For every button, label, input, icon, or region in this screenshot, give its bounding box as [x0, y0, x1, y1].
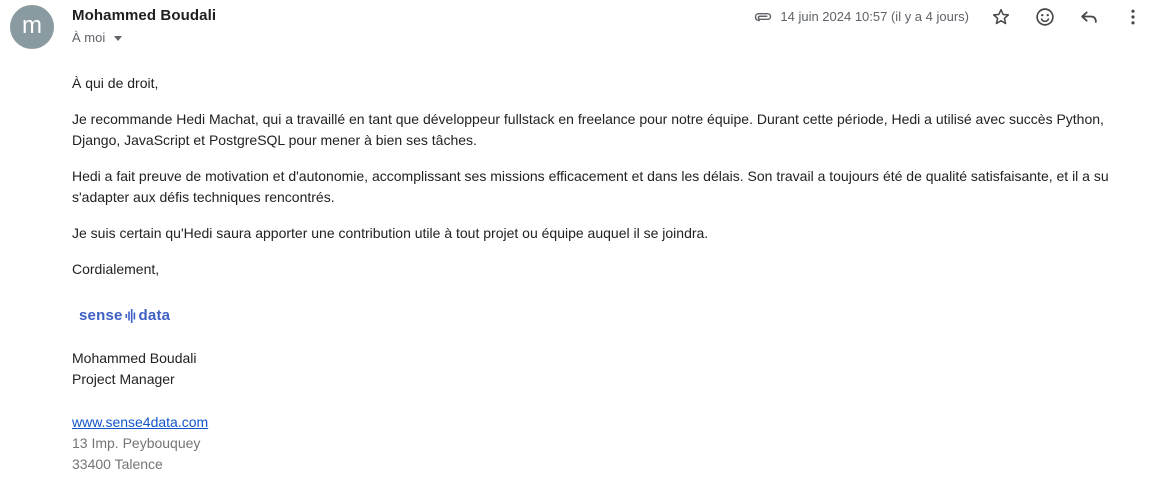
attachment-icon — [753, 6, 773, 26]
address-line-2: 33400 Talence — [72, 456, 163, 472]
star-button[interactable] — [990, 6, 1012, 28]
greeting: À qui de droit, — [72, 75, 159, 91]
more-options-button[interactable] — [1122, 6, 1144, 28]
closing: Cordialement, — [72, 261, 160, 277]
caret-down-icon — [114, 35, 123, 41]
paragraph-conclusion: Je suis certain qu'Hedi saura apporter u… — [72, 225, 709, 241]
avatar-letter: m — [22, 11, 42, 39]
emoji-icon — [1036, 8, 1054, 26]
logo-text-right: data — [138, 307, 171, 324]
more-vert-icon — [1131, 9, 1135, 25]
website-link[interactable]: www.sense4data.com — [72, 414, 208, 430]
reply-icon — [1081, 11, 1097, 23]
signature: Mohammed Boudali Project Manager www.sen… — [72, 348, 208, 475]
sound-wave-icon — [125, 308, 137, 324]
paragraph-recommendation: Je recommande Hedi Machat, qui a travail… — [72, 111, 1104, 148]
sender-name[interactable]: Mohammed Boudali — [72, 7, 216, 24]
logo-text-left: sense — [79, 307, 123, 324]
company-logo: sense data — [79, 307, 170, 324]
paragraph-qualities: Hedi a fait preuve de motivation et d'au… — [72, 168, 1109, 205]
message-meta: 14 juin 2024 10:57 (il y a 4 jours) — [753, 6, 969, 26]
recipient-details-toggle[interactable]: À moi — [72, 30, 123, 45]
signature-title: Project Manager — [72, 371, 175, 387]
message-body: À qui de droit, Je recommande Hedi Macha… — [72, 73, 1142, 295]
message-date: 14 juin 2024 10:57 (il y a 4 jours) — [780, 8, 969, 24]
recipient-label: À moi — [72, 30, 106, 45]
star-icon — [992, 8, 1010, 25]
add-reaction-button[interactable] — [1034, 6, 1056, 28]
reply-button[interactable] — [1078, 6, 1100, 28]
signature-name: Mohammed Boudali — [72, 350, 197, 366]
address-line-1: 13 Imp. Peybouquey — [72, 435, 201, 451]
sender-avatar[interactable]: m — [10, 5, 54, 49]
